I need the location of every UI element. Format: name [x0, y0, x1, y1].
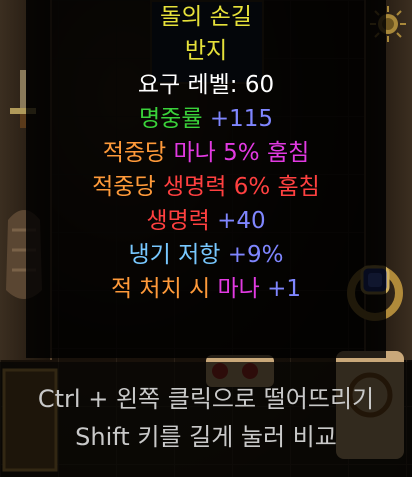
- stat-label: 생명력: [146, 208, 218, 234]
- stat-value: +9%: [227, 242, 284, 268]
- hint-drop: Ctrl + 왼쪽 클릭으로 떨어뜨리기: [37, 385, 375, 413]
- stat-mana-on-kill: 적 처치 시 마나 +1: [26, 272, 386, 306]
- controls-hint: Ctrl + 왼쪽 클릭으로 떨어뜨리기 Shift 키를 길게 눌러 비교: [0, 362, 412, 477]
- stat-label: 냉기 저항: [128, 242, 228, 268]
- stat-value: 생명력 6% 훔침: [162, 174, 320, 200]
- item-type: 반지: [184, 38, 228, 64]
- stat-value: +40: [217, 208, 266, 234]
- stat-life-steal: 적중당 생명력 6% 훔침: [26, 170, 386, 204]
- stat-label: 적중당: [92, 174, 163, 200]
- item-name: 돌의 손길: [160, 4, 252, 30]
- stat-label-mana: 마나: [217, 276, 268, 302]
- stat-label: 적 처치 시: [110, 276, 218, 302]
- stat-attack-rating: 명중률 +115: [26, 102, 386, 136]
- stat-label: 적중당: [102, 140, 174, 166]
- level-requirement: 요구 레벨: 60: [137, 72, 275, 98]
- stat-value: +115: [209, 106, 273, 132]
- inventory-scene: 돌의 손길 반지 요구 레벨: 60 명중률 +115 적중당 마나 5% 훔침…: [0, 0, 412, 477]
- stat-value: +1: [267, 276, 302, 302]
- stat-mana-steal: 적중당 마나 5% 훔침: [26, 136, 386, 170]
- item-tooltip: 돌의 손길 반지 요구 레벨: 60 명중률 +115 적중당 마나 5% 훔침…: [26, 0, 386, 358]
- hint-compare: Shift 키를 길게 눌러 비교: [75, 423, 337, 451]
- stat-life: 생명력 +40: [26, 204, 386, 238]
- stat-cold-resist: 냉기 저항 +9%: [26, 238, 386, 272]
- stat-value: 마나 5% 훔침: [173, 140, 310, 166]
- stat-label: 명중률: [139, 106, 210, 132]
